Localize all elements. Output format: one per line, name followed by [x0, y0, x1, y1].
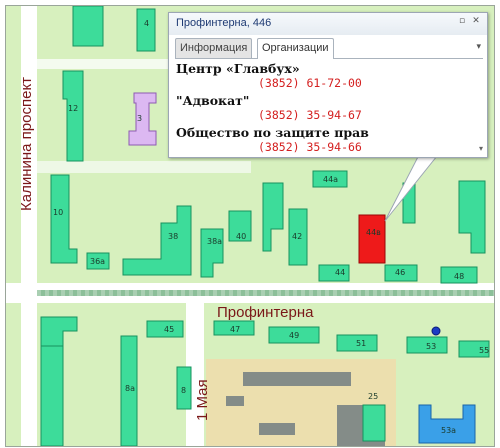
- list-item: Центр «Главбух» (3852) 61-72-00: [176, 61, 481, 91]
- organization-name: Центр «Главбух»: [176, 61, 300, 76]
- building[interactable]: 51: [336, 334, 378, 352]
- building[interactable]: 55: [458, 340, 490, 358]
- building[interactable]: 46: [384, 264, 418, 282]
- building[interactable]: [72, 6, 104, 47]
- building[interactable]: 45: [146, 320, 184, 338]
- svg-text:48: 48: [454, 272, 464, 281]
- svg-text:12: 12: [68, 104, 78, 113]
- industrial-building: [226, 396, 244, 406]
- svg-text:40: 40: [236, 232, 246, 241]
- road-block-inner: [37, 161, 251, 173]
- svg-text:47: 47: [230, 325, 240, 334]
- svg-text:10: 10: [53, 208, 63, 217]
- info-window-titlebar[interactable]: Профинтерна, 446 ▫ ✕: [169, 13, 487, 35]
- street-label-1-maya: 1 Мая: [194, 379, 211, 421]
- svg-text:36а: 36а: [90, 257, 105, 266]
- tab-information[interactable]: Информация: [175, 38, 253, 58]
- rail-track: [37, 290, 494, 296]
- building[interactable]: 44а: [312, 170, 348, 188]
- road-north-row[interactable]: [37, 59, 176, 69]
- building[interactable]: 8а: [120, 335, 138, 446]
- svg-text:38: 38: [168, 232, 178, 241]
- organization-name: "Адвокат": [176, 93, 250, 108]
- svg-text:45: 45: [164, 325, 174, 334]
- street-label-kalinina: Калинина проспект: [18, 77, 35, 211]
- building[interactable]: 36а: [86, 252, 110, 270]
- svg-text:8а: 8а: [125, 384, 135, 393]
- svg-text:44: 44: [335, 268, 345, 277]
- organization-phone[interactable]: (3852) 35-94-67: [176, 108, 481, 123]
- building-highlighted[interactable]: 44в: [358, 214, 386, 264]
- tab-organizations[interactable]: Организации: [257, 38, 334, 59]
- road-kalinina-prospect[interactable]: [21, 6, 37, 446]
- building[interactable]: 47: [213, 320, 255, 336]
- tab-information-label: Информация: [180, 42, 248, 54]
- svg-text:42: 42: [292, 232, 302, 241]
- building[interactable]: 42: [288, 208, 308, 266]
- scroll-down-icon[interactable]: ▾: [479, 144, 483, 153]
- close-icon[interactable]: ✕: [471, 16, 481, 26]
- building[interactable]: 4: [136, 8, 156, 52]
- industrial-building: [259, 423, 295, 435]
- info-window-title: Профинтерна, 446: [176, 17, 272, 29]
- tabs-bar: Информация Организации ▾: [175, 38, 483, 59]
- organization-phone[interactable]: (3852) 61-72-00: [176, 76, 481, 91]
- building[interactable]: [40, 345, 64, 446]
- industrial-building: [243, 372, 351, 386]
- building[interactable]: 40: [228, 210, 252, 242]
- svg-text:8: 8: [181, 386, 186, 395]
- svg-text:38а: 38а: [207, 237, 222, 246]
- building[interactable]: 53: [406, 336, 448, 354]
- chevron-down-icon[interactable]: ▾: [476, 42, 481, 52]
- svg-text:46: 46: [395, 268, 405, 277]
- street-label-profinterna: Профинтерна: [217, 304, 314, 321]
- svg-text:25: 25: [368, 392, 378, 401]
- svg-text:44в: 44в: [366, 228, 381, 237]
- building[interactable]: 44: [318, 264, 350, 282]
- svg-text:4: 4: [144, 19, 149, 28]
- transit-stop-marker[interactable]: [431, 326, 441, 336]
- organization-phone[interactable]: (3852) 35-94-66: [176, 140, 481, 153]
- list-item: Общество по защите прав (3852) 35-94-66: [176, 125, 481, 153]
- svg-text:3: 3: [137, 114, 142, 123]
- list-item: "Адвокат" (3852) 35-94-67: [176, 93, 481, 123]
- info-window: Профинтерна, 446 ▫ ✕ Информация Организа…: [168, 12, 488, 158]
- svg-text:51: 51: [356, 339, 366, 348]
- svg-text:53: 53: [426, 342, 436, 351]
- svg-text:55: 55: [479, 346, 489, 355]
- organization-name: Общество по защите прав: [176, 125, 369, 140]
- building[interactable]: 8: [176, 366, 192, 410]
- tab-organizations-label: Организации: [262, 42, 329, 54]
- building[interactable]: 49: [268, 326, 320, 344]
- svg-text:53а: 53а: [441, 426, 456, 435]
- building[interactable]: 48: [440, 266, 478, 284]
- svg-text:49: 49: [289, 331, 299, 340]
- svg-text:44а: 44а: [323, 175, 338, 184]
- organizations-list: Центр «Главбух» (3852) 61-72-00 "Адвокат…: [176, 61, 481, 153]
- minimize-icon[interactable]: ▫: [457, 16, 467, 26]
